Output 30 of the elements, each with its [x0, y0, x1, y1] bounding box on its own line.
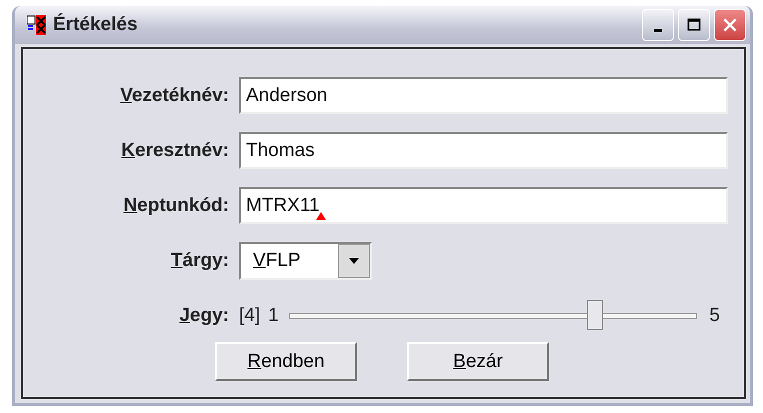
minimize-button[interactable]	[642, 9, 674, 41]
subject-dropdown[interactable]: VFLP	[239, 242, 372, 280]
dropdown-arrow-button[interactable]	[338, 244, 370, 278]
slider-reading: [4]	[239, 304, 260, 326]
text-field[interactable]: Anderson	[239, 77, 728, 114]
slider-thumb[interactable]	[586, 300, 603, 330]
field-label: Keresztnév:	[120, 140, 229, 162]
field-value: Thomas	[246, 140, 315, 162]
caret-icon	[349, 258, 359, 264]
maximize-icon	[686, 17, 702, 33]
slider-min-label: 1	[268, 304, 279, 326]
field-label: Vezetéknév:	[119, 84, 229, 106]
window-title: Értékelés	[53, 14, 139, 36]
dialog-button[interactable]: Rendben	[215, 342, 357, 381]
field-value: Anderson	[246, 84, 328, 106]
field-label: Neptunkód:	[122, 194, 229, 216]
field-label: Tárgy:	[170, 250, 229, 272]
field-value: MTRX11	[246, 194, 320, 216]
text-field[interactable]: MTRX11	[239, 187, 728, 224]
dialog-button[interactable]: Bezár	[407, 342, 549, 381]
slider-max-label: 5	[709, 304, 720, 326]
maximize-button[interactable]	[678, 9, 710, 41]
close-icon	[722, 17, 738, 33]
minimize-icon	[654, 28, 662, 32]
text-field[interactable]: Thomas	[239, 132, 728, 169]
error-marker-icon	[316, 212, 326, 220]
field-label: Jegy:	[178, 304, 229, 326]
close-button[interactable]	[714, 9, 746, 41]
app-icon	[27, 15, 47, 35]
dropdown-value: VFLP	[253, 250, 302, 272]
